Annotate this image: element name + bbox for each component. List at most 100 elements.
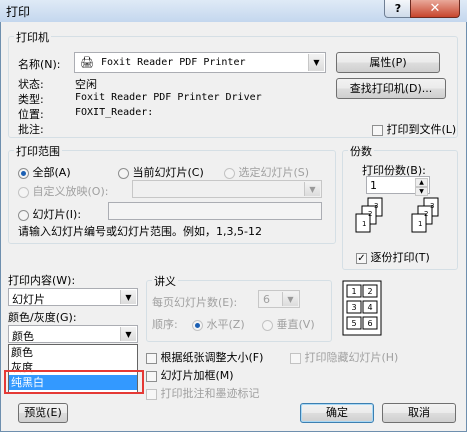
scale-to-fit-option[interactable]: 根据纸张调整大小(F) xyxy=(146,349,263,365)
scale-to-fit-label: 根据纸张调整大小(F) xyxy=(160,351,264,364)
copies-title: 份数 xyxy=(348,143,374,159)
range-hint: 请输入幻灯片编号或幻灯片范围。例如，1,3,5-12 xyxy=(18,225,262,238)
range-selection-radio xyxy=(224,167,235,179)
range-current-radio[interactable] xyxy=(118,167,129,179)
chevron-down-icon: ▼ xyxy=(282,292,298,306)
per-page-value: 6 xyxy=(263,293,270,306)
highlight-annotation-box xyxy=(4,370,144,394)
printer-select[interactable]: 🖨 Foxit Reader PDF Printer ▼ xyxy=(74,52,326,73)
ok-button[interactable]: 确定 xyxy=(300,403,374,423)
print-what-select[interactable]: 幻灯片 ▼ xyxy=(8,288,138,306)
color-select[interactable]: 颜色 ▼ xyxy=(8,325,138,343)
collate-page-number: 3 xyxy=(374,202,378,210)
spin-up-icon[interactable]: ▲ xyxy=(415,178,428,187)
range-custom-label: 自定义放映(O): xyxy=(32,185,109,198)
print-comments-checkbox xyxy=(146,388,157,400)
print-what-label: 打印内容(W): xyxy=(8,274,76,287)
location-value: FOXIT_Reader: xyxy=(75,107,154,118)
order-horizontal-label: 水平(Z) xyxy=(206,318,245,331)
range-current-option[interactable]: 当前幻灯片(C) xyxy=(118,164,204,180)
order-horizontal-radio xyxy=(192,319,203,331)
order-vertical-option: 垂直(V) xyxy=(262,316,315,332)
print-comments-option: 打印批注和墨迹标记 xyxy=(146,385,260,401)
frame-slides-label: 幻灯片加框(M) xyxy=(160,369,234,382)
collate-option[interactable]: ✓ 逐份打印(T) xyxy=(356,249,430,265)
copies-spinner[interactable]: 1 ▲ ▼ xyxy=(366,176,430,196)
find-printer-button[interactable]: 查找打印机(D)... xyxy=(336,78,446,99)
collate-page-number: 1 xyxy=(362,220,366,228)
slides-input[interactable] xyxy=(108,202,322,220)
print-to-file-option[interactable]: 打印到文件(L) xyxy=(372,121,456,137)
type-value: Foxit Reader PDF Printer Driver xyxy=(75,92,262,103)
scale-to-fit-checkbox[interactable] xyxy=(146,352,157,364)
print-comments-label: 打印批注和墨迹标记 xyxy=(160,387,260,400)
range-custom-radio xyxy=(18,186,29,198)
collate-page-number: 2 xyxy=(368,210,372,218)
order-label: 顺序: xyxy=(152,318,178,331)
collate-page-number: 3 xyxy=(430,202,434,210)
order-vertical-radio xyxy=(262,319,273,331)
handout-thumb-number: 1 xyxy=(351,287,356,296)
range-selection-option: 选定幻灯片(S) xyxy=(224,164,309,180)
print-hidden-option: 打印隐藏幻灯片(H) xyxy=(290,349,398,365)
color-label: 颜色/灰度(G): xyxy=(8,311,77,324)
printer-name-label: 名称(N): xyxy=(18,58,61,71)
print-hidden-checkbox xyxy=(290,352,301,364)
printer-group-title: 打印机 xyxy=(14,29,51,45)
chevron-down-icon: ▼ xyxy=(304,182,320,196)
type-label: 类型: xyxy=(18,93,44,106)
handout-thumb-number: 2 xyxy=(367,287,372,296)
handout-layout-preview: 1 2 3 4 5 6 xyxy=(342,280,382,336)
collate-page-number: 1 xyxy=(418,220,422,228)
print-what-value: 幻灯片 xyxy=(12,293,45,306)
order-horizontal-option: 水平(Z) xyxy=(192,316,245,332)
frame-slides-option[interactable]: 幻灯片加框(M) xyxy=(146,367,234,383)
color-value: 颜色 xyxy=(12,330,34,343)
chevron-down-icon[interactable]: ▼ xyxy=(120,327,136,341)
handouts-title: 讲义 xyxy=(152,273,178,289)
close-button[interactable]: ✕ xyxy=(410,0,460,18)
per-page-select: 6 ▼ xyxy=(258,290,300,308)
range-slides-option[interactable]: 幻灯片(I): xyxy=(18,206,81,222)
collate-page-number: 2 xyxy=(424,210,428,218)
status-value: 空闲 xyxy=(75,78,97,91)
cancel-button[interactable]: 取消 xyxy=(382,403,456,423)
handout-thumb-number: 6 xyxy=(367,319,372,328)
chevron-down-icon[interactable]: ▼ xyxy=(120,290,136,304)
handout-thumb-number: 4 xyxy=(367,303,372,312)
collate-checkbox[interactable]: ✓ xyxy=(356,252,367,264)
custom-show-select: ▼ xyxy=(132,180,322,198)
properties-button[interactable]: 属性(P) xyxy=(336,52,440,73)
range-all-option[interactable]: 全部(A) xyxy=(18,164,71,180)
handout-thumb-number: 5 xyxy=(351,319,356,328)
collate-label: 逐份打印(T) xyxy=(370,251,430,264)
comment-label: 批注: xyxy=(18,123,44,136)
print-hidden-label: 打印隐藏幻灯片(H) xyxy=(304,351,399,364)
location-label: 位置: xyxy=(18,108,44,121)
print-to-file-label: 打印到文件(L) xyxy=(386,123,457,136)
spin-down-icon[interactable]: ▼ xyxy=(415,187,428,196)
status-label: 状态: xyxy=(18,78,44,91)
range-all-radio[interactable] xyxy=(18,167,29,179)
printer-select-value: Foxit Reader PDF Printer xyxy=(101,57,246,68)
printer-icon: 🖨 xyxy=(80,56,94,69)
handouts-group xyxy=(146,280,332,342)
copies-value: 1 xyxy=(370,179,377,192)
dropdown-option-color[interactable]: 颜色 xyxy=(9,345,137,360)
window-title: 打印 xyxy=(6,5,31,19)
range-current-label: 当前幻灯片(C) xyxy=(132,166,204,179)
print-to-file-checkbox[interactable] xyxy=(372,124,383,136)
per-page-label: 每页幻灯片数(E): xyxy=(152,296,238,309)
frame-slides-checkbox[interactable] xyxy=(146,370,157,382)
chevron-down-icon[interactable]: ▼ xyxy=(308,54,324,71)
handout-thumb-number: 3 xyxy=(351,303,356,312)
help-button[interactable]: ? xyxy=(384,0,412,18)
copies-spin-buttons[interactable]: ▲ ▼ xyxy=(415,178,428,196)
range-slides-label: 幻灯片(I): xyxy=(32,208,82,221)
range-selection-label: 选定幻灯片(S) xyxy=(238,166,310,179)
range-all-label: 全部(A) xyxy=(32,166,71,179)
range-slides-radio[interactable] xyxy=(18,209,29,221)
collate-illustration: 3 2 1 3 2 1 xyxy=(355,197,439,233)
preview-button[interactable]: 预览(E) xyxy=(18,403,68,423)
print-range-title: 打印范围 xyxy=(14,143,62,159)
